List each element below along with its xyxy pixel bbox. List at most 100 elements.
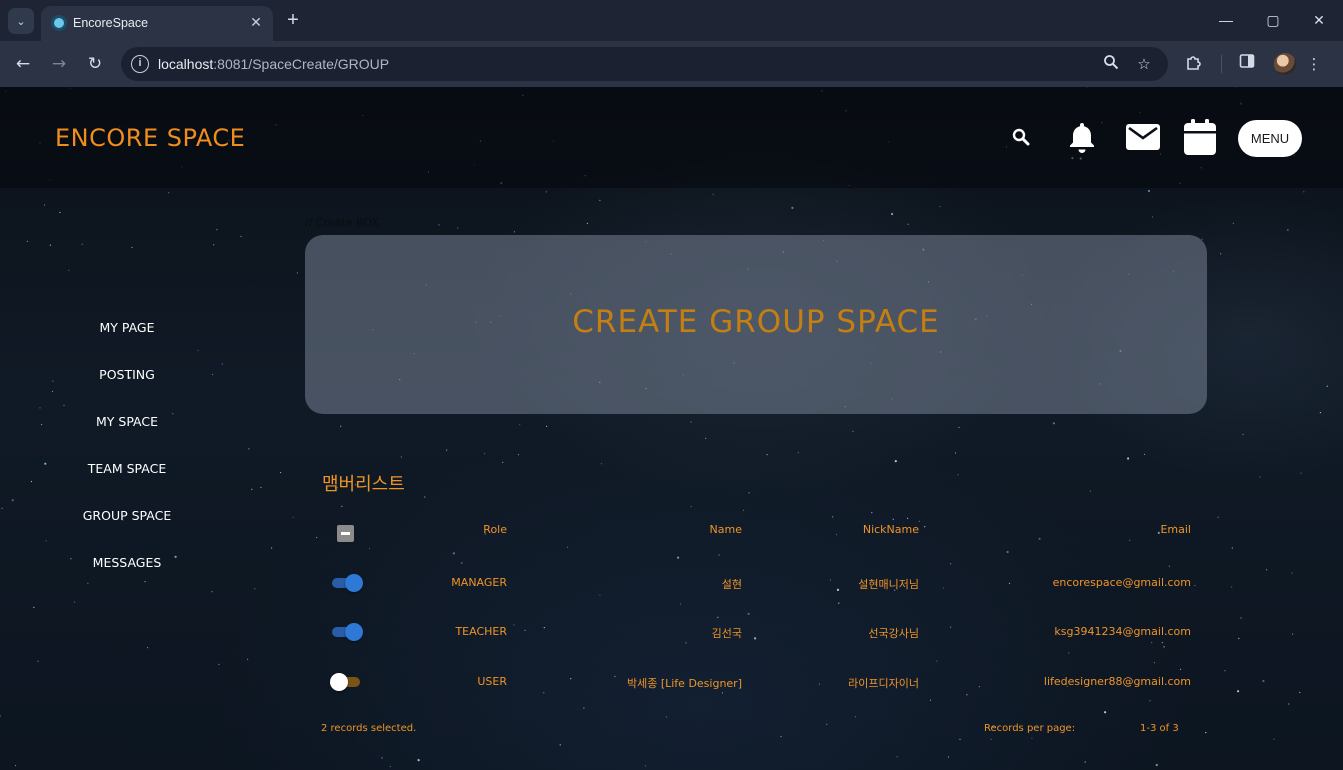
search-icon[interactable] <box>1010 117 1032 157</box>
star <box>1287 229 1289 231</box>
star <box>907 517 909 519</box>
star <box>644 765 647 767</box>
reload-icon[interactable]: ↻ <box>83 52 107 76</box>
row-select-toggle[interactable] <box>330 574 363 592</box>
tab-close-icon[interactable]: ✕ <box>247 14 265 32</box>
url-path: :8081/SpaceCreate/GROUP <box>213 56 390 72</box>
star <box>665 716 668 718</box>
star <box>891 212 894 216</box>
star <box>567 546 569 548</box>
select-all-checkbox[interactable] <box>337 525 354 542</box>
star <box>446 449 448 451</box>
site-info-icon[interactable]: i <box>131 55 149 73</box>
zoom-icon[interactable] <box>1101 54 1121 74</box>
star <box>958 426 960 428</box>
url-host: localhost <box>158 56 214 72</box>
header-name[interactable]: Name <box>710 523 742 536</box>
header-role[interactable]: Role <box>483 523 507 536</box>
site-logo[interactable]: ENCORE SPACE <box>55 124 245 152</box>
star <box>15 764 17 767</box>
new-tab-icon[interactable]: + <box>282 9 304 31</box>
mail-icon[interactable] <box>1125 117 1160 157</box>
star <box>340 425 342 427</box>
row-select-toggle[interactable] <box>330 673 363 691</box>
star <box>1084 761 1086 763</box>
toggle-knob <box>345 574 363 592</box>
browser-tab-strip: ⌄ EncoreSpace ✕ + — ▢ ✕ <box>0 0 1343 41</box>
menu-button[interactable]: MENU <box>1238 120 1302 157</box>
star <box>896 756 898 758</box>
header-nickname[interactable]: NickName <box>863 523 919 536</box>
table-footer: 2 records selected. Records per page: 1-… <box>305 723 1207 737</box>
back-icon[interactable]: ← <box>11 52 35 76</box>
star <box>1237 690 1240 693</box>
browser-menu-icon[interactable]: ⋮ <box>1303 53 1325 75</box>
star <box>502 461 504 463</box>
star <box>677 556 680 559</box>
header-email[interactable]: Email <box>1160 523 1191 536</box>
sidebar-item-messages[interactable]: MESSAGES <box>46 547 208 594</box>
calendar-icon[interactable] <box>1183 117 1217 157</box>
minimize-icon[interactable]: — <box>1213 8 1239 32</box>
star <box>1155 763 1158 767</box>
star <box>0 715 1 717</box>
star <box>1127 457 1130 460</box>
star <box>685 642 687 644</box>
cell-role: MANAGER <box>451 576 507 589</box>
star <box>791 206 794 209</box>
sidebar-item-group-space[interactable]: GROUP SPACE <box>46 500 208 547</box>
star <box>1326 385 1328 387</box>
sidebar-item-my-page[interactable]: MY PAGE <box>46 312 208 359</box>
star <box>747 612 750 616</box>
star <box>452 552 455 555</box>
window-close-icon[interactable]: ✕ <box>1306 8 1332 32</box>
star <box>1031 737 1033 740</box>
browser-tab[interactable]: EncoreSpace ✕ <box>41 6 273 41</box>
star <box>519 424 521 426</box>
row-select-toggle[interactable] <box>330 623 363 641</box>
sidebar-item-posting[interactable]: POSTING <box>46 359 208 406</box>
star <box>131 246 133 249</box>
star <box>1300 472 1302 474</box>
side-panel-icon[interactable] <box>1236 53 1258 75</box>
star <box>424 496 426 498</box>
star <box>690 421 692 423</box>
cell-name: 박세종 [Life Designer] <box>626 677 742 690</box>
url-text[interactable]: localhost:8081/SpaceCreate/GROUP <box>158 56 389 72</box>
cell-nickname: 설현매니저님 <box>858 578 919 591</box>
star <box>546 425 548 427</box>
star <box>600 463 603 465</box>
star <box>1163 646 1165 648</box>
star <box>892 518 894 520</box>
star <box>690 505 692 508</box>
address-bar[interactable]: i localhost:8081/SpaceCreate/GROUP ☆ <box>121 47 1168 81</box>
bookmark-star-icon[interactable]: ☆ <box>1134 54 1154 74</box>
star <box>1006 550 1009 554</box>
bell-icon[interactable] <box>1067 117 1097 157</box>
star <box>44 204 46 206</box>
star <box>1292 633 1294 635</box>
sidebar-item-my-space[interactable]: MY SPACE <box>46 406 208 453</box>
extensions-icon[interactable] <box>1183 53 1205 75</box>
profile-avatar[interactable] <box>1274 53 1296 75</box>
tab-search-icon[interactable]: ⌄ <box>8 8 34 34</box>
star <box>1299 691 1301 694</box>
member-table-header: Role Name NickName Email <box>305 523 1207 543</box>
star <box>73 601 76 603</box>
star <box>389 765 391 768</box>
star <box>1168 565 1170 567</box>
star <box>871 512 873 514</box>
star <box>1052 422 1055 425</box>
toolbar-divider <box>1221 55 1222 73</box>
maximize-icon[interactable]: ▢ <box>1260 8 1286 32</box>
star <box>400 456 402 458</box>
sidebar-item-team-space[interactable]: TEAM SPACE <box>46 453 208 500</box>
star <box>33 606 35 609</box>
star <box>41 424 43 426</box>
forward-icon[interactable]: → <box>47 52 71 76</box>
toggle-knob <box>345 623 363 641</box>
star <box>213 244 215 246</box>
star <box>1291 572 1293 574</box>
star <box>718 554 720 556</box>
star <box>218 663 220 666</box>
